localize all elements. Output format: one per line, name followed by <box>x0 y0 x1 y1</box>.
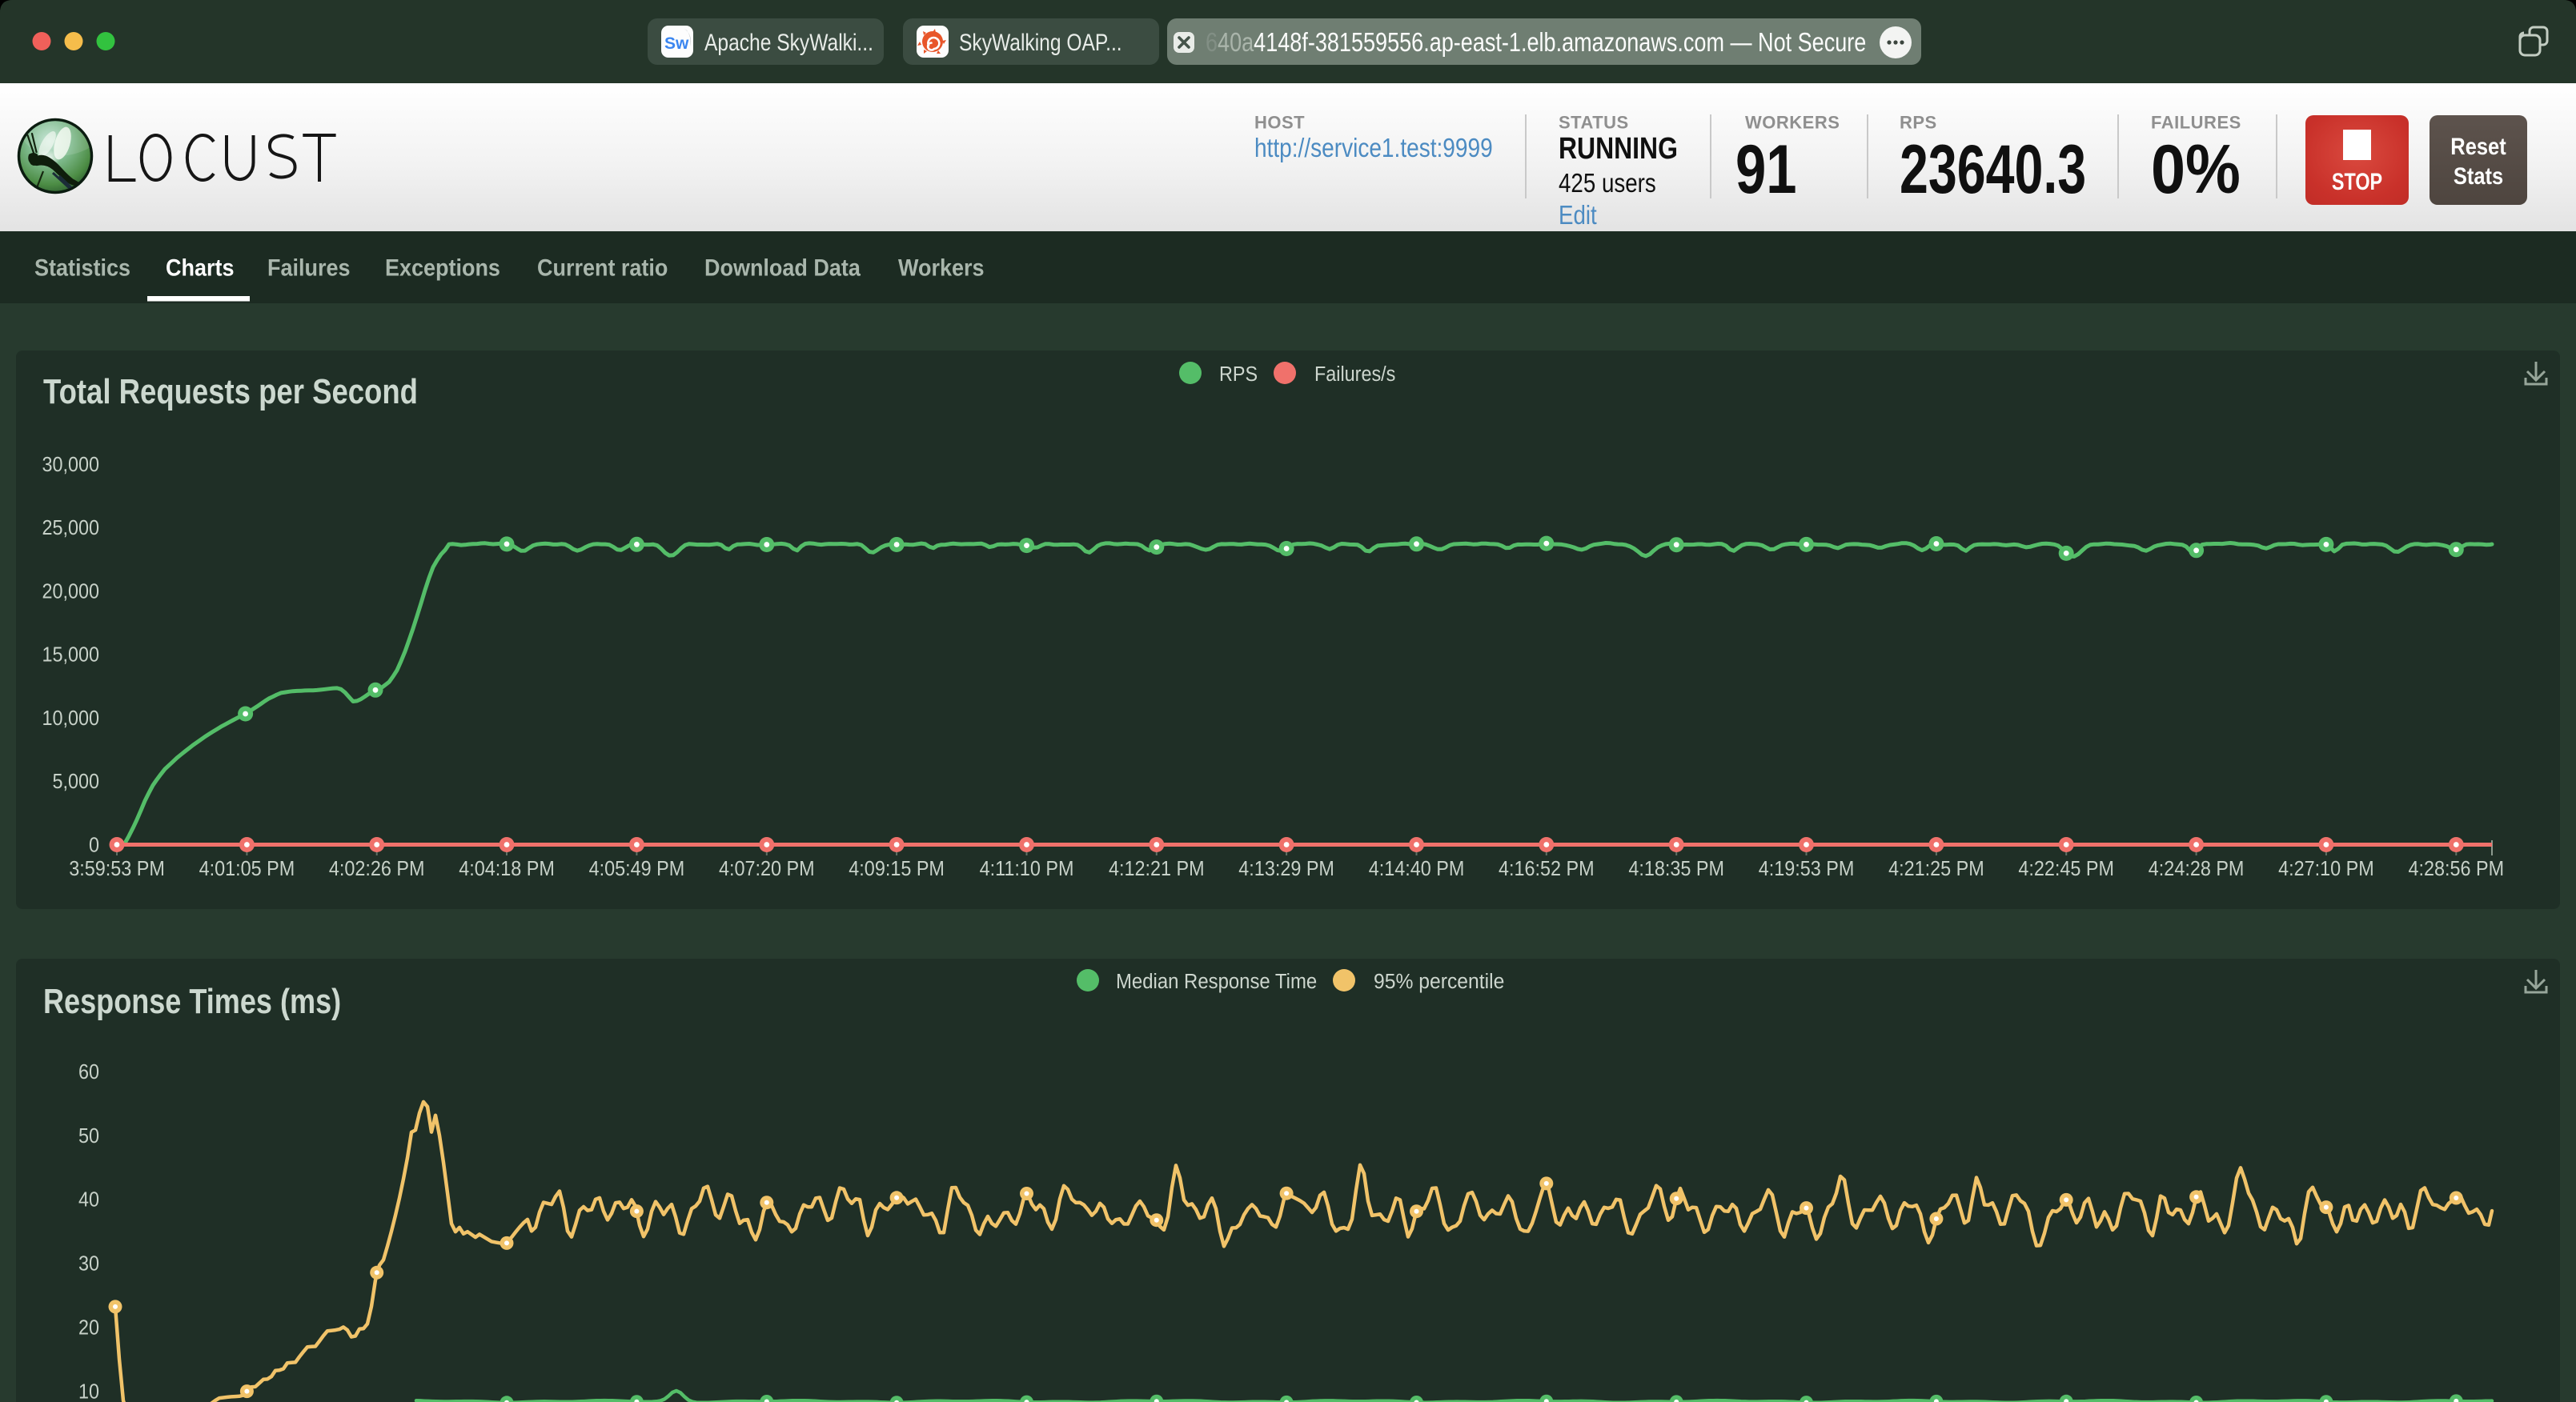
svg-text:4:28:56 PM: 4:28:56 PM <box>2408 858 2504 880</box>
svg-text:4:22:45 PM: 4:22:45 PM <box>2018 858 2114 880</box>
svg-text:Edit: Edit <box>1559 201 1597 230</box>
svg-text:Failures/s: Failures/s <box>1314 363 1395 386</box>
svg-text:RPS: RPS <box>1900 113 1937 133</box>
svg-text:4:24:28 PM: 4:24:28 PM <box>2149 858 2245 880</box>
svg-text:425 users: 425 users <box>1559 169 1656 198</box>
svg-text:4:01:05 PM: 4:01:05 PM <box>199 858 295 880</box>
svg-text:50: 50 <box>78 1125 99 1148</box>
svg-text:4:05:49 PM: 4:05:49 PM <box>589 858 685 880</box>
svg-text:Failures: Failures <box>267 254 350 282</box>
svg-text:RUNNING: RUNNING <box>1559 131 1678 165</box>
svg-text:95% percentile: 95% percentile <box>1374 970 1504 993</box>
svg-text:0%: 0% <box>2151 131 2241 208</box>
svg-text:4:19:53 PM: 4:19:53 PM <box>1759 858 1855 880</box>
svg-text:91: 91 <box>1735 131 1797 208</box>
svg-text:FAILURES: FAILURES <box>2151 113 2241 133</box>
svg-text:4:11:10 PM: 4:11:10 PM <box>980 858 1074 880</box>
svg-text:http://service1.test:9999: http://service1.test:9999 <box>1254 134 1493 163</box>
svg-text:4:07:20 PM: 4:07:20 PM <box>719 858 815 880</box>
svg-text:0: 0 <box>89 834 99 856</box>
svg-text:Exceptions: Exceptions <box>385 254 500 282</box>
svg-text:15,000: 15,000 <box>42 644 99 667</box>
svg-text:4:12:21 PM: 4:12:21 PM <box>1109 858 1205 880</box>
svg-text:30,000: 30,000 <box>42 454 99 476</box>
svg-text:RPS: RPS <box>1219 363 1258 386</box>
svg-text:640a4148f-381559556.ap-east-1.: 640a4148f-381559556.ap-east-1.elb.amazon… <box>1206 29 1866 58</box>
svg-text:20,000: 20,000 <box>42 580 99 603</box>
svg-text:60: 60 <box>78 1061 99 1084</box>
svg-text:Median Response Time: Median Response Time <box>1116 970 1317 993</box>
svg-text:Workers: Workers <box>898 254 984 282</box>
svg-text:Sw: Sw <box>664 34 689 53</box>
svg-text:Stats: Stats <box>2454 162 2503 189</box>
svg-text:10: 10 <box>78 1380 99 1402</box>
svg-text:4:21:25 PM: 4:21:25 PM <box>1888 858 1984 880</box>
svg-text:4:02:26 PM: 4:02:26 PM <box>329 858 425 880</box>
svg-text:4:18:35 PM: 4:18:35 PM <box>1628 858 1724 880</box>
svg-text:STOP: STOP <box>2332 168 2382 194</box>
svg-text:STATUS: STATUS <box>1559 113 1629 133</box>
svg-text:20: 20 <box>78 1316 99 1339</box>
svg-text:HOST: HOST <box>1254 113 1305 133</box>
svg-text:WORKERS: WORKERS <box>1745 113 1840 133</box>
svg-text:5,000: 5,000 <box>52 771 99 793</box>
svg-text:10,000: 10,000 <box>42 707 99 730</box>
svg-text:4:16:52 PM: 4:16:52 PM <box>1499 858 1595 880</box>
svg-text:40: 40 <box>78 1189 99 1212</box>
svg-text:4:13:29 PM: 4:13:29 PM <box>1238 858 1334 880</box>
svg-text:30: 30 <box>78 1253 99 1276</box>
svg-text:23640.3: 23640.3 <box>1900 131 2086 208</box>
svg-text:Statistics: Statistics <box>34 254 130 282</box>
svg-text:4:04:18 PM: 4:04:18 PM <box>459 858 555 880</box>
svg-text:Apache SkyWalki...: Apache SkyWalki... <box>704 29 873 56</box>
svg-text:4:09:15 PM: 4:09:15 PM <box>849 858 945 880</box>
svg-text:Charts: Charts <box>166 254 234 282</box>
svg-text:Current ratio: Current ratio <box>537 254 668 282</box>
svg-text:Reset: Reset <box>2450 133 2506 159</box>
svg-text:4:14:40 PM: 4:14:40 PM <box>1369 858 1465 880</box>
svg-text:25,000: 25,000 <box>42 517 99 539</box>
svg-text:SkyWalking OAP...: SkyWalking OAP... <box>959 29 1122 56</box>
svg-text:3:59:53 PM: 3:59:53 PM <box>69 858 165 880</box>
svg-text:Download Data: Download Data <box>704 254 861 282</box>
svg-text:4:27:10 PM: 4:27:10 PM <box>2278 858 2374 880</box>
svg-text:Total Requests per Second: Total Requests per Second <box>43 371 418 411</box>
svg-text:Response Times (ms): Response Times (ms) <box>43 982 341 1021</box>
